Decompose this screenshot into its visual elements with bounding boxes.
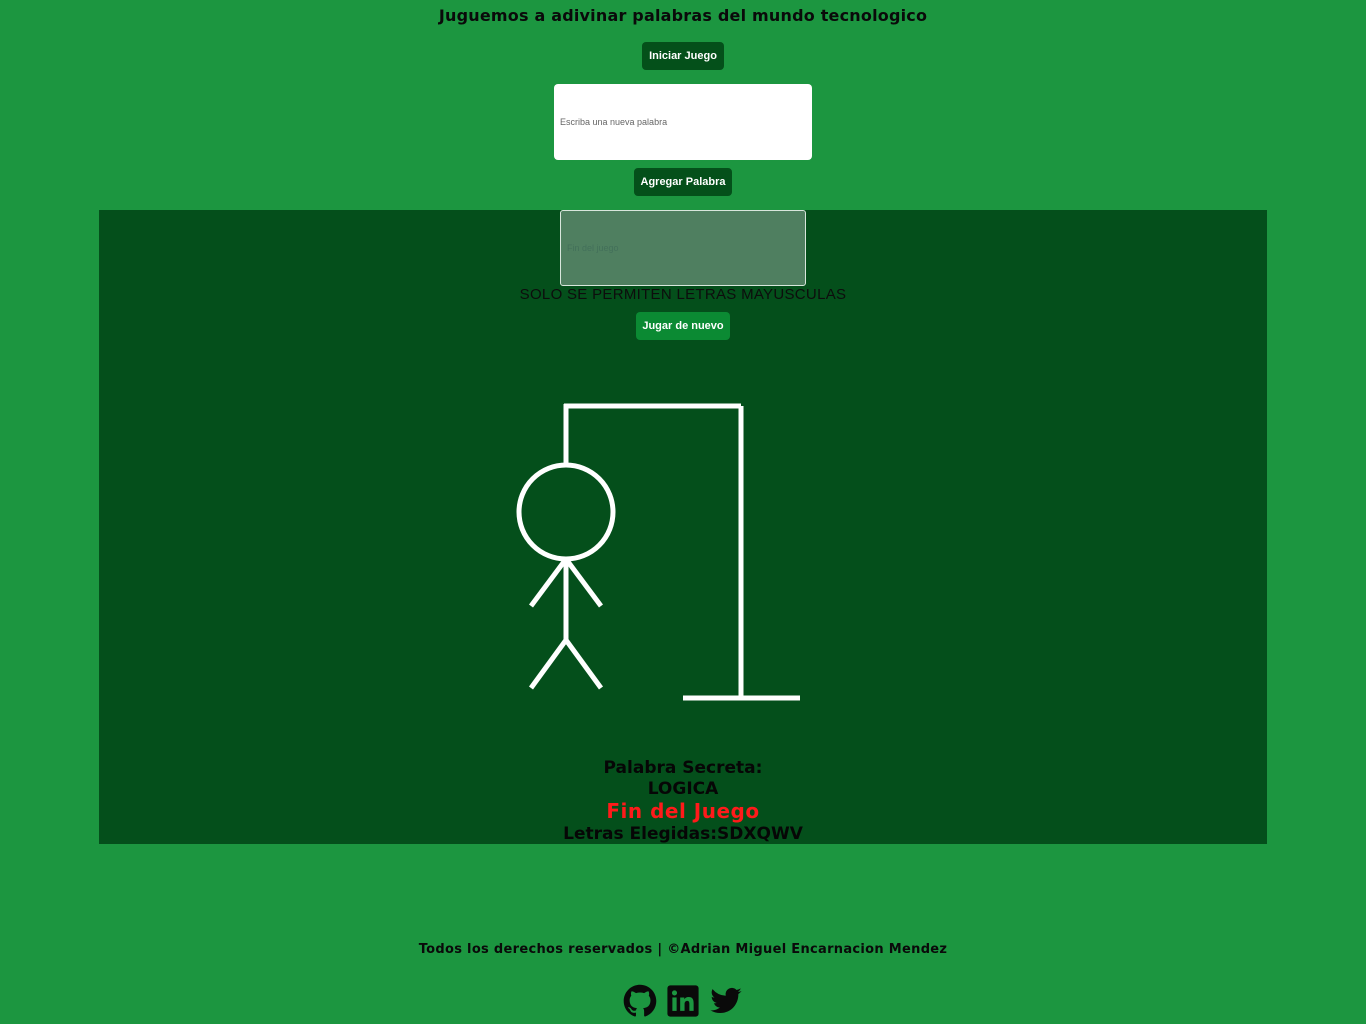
- game-status: Fin del Juego: [606, 799, 760, 823]
- footer-copyright: Todos los derechos reservados | ©Adrian …: [418, 942, 948, 957]
- figure-left-leg: [528, 638, 569, 690]
- start-game-button[interactable]: Iniciar Juego: [642, 42, 724, 70]
- new-word-input[interactable]: [554, 84, 812, 160]
- figure-head: [516, 462, 616, 562]
- github-icon: [623, 984, 657, 1017]
- linkedin-link[interactable]: [666, 984, 700, 1018]
- figure-right-leg: [563, 638, 604, 690]
- secret-word-label: Palabra Secreta:: [603, 758, 763, 778]
- twitter-link[interactable]: [709, 984, 743, 1018]
- github-link[interactable]: [623, 984, 657, 1018]
- linkedin-icon: [667, 985, 699, 1017]
- game-panel: SOLO SE PERMITEN LETRAS MAYUSCULAS Jugar…: [99, 210, 1267, 844]
- figure-right-arm: [563, 557, 604, 608]
- chosen-letters: Letras Elegidas:SDXQWV: [563, 824, 803, 844]
- figure-left-arm: [528, 557, 569, 608]
- twitter-icon: [710, 987, 742, 1014]
- page-title: Juguemos a adivinar palabras del mundo t…: [438, 6, 928, 25]
- secret-word: LOGICA: [647, 779, 719, 799]
- hangman-drawing: [516, 403, 800, 701]
- add-word-button[interactable]: Agregar Palabra: [634, 168, 732, 196]
